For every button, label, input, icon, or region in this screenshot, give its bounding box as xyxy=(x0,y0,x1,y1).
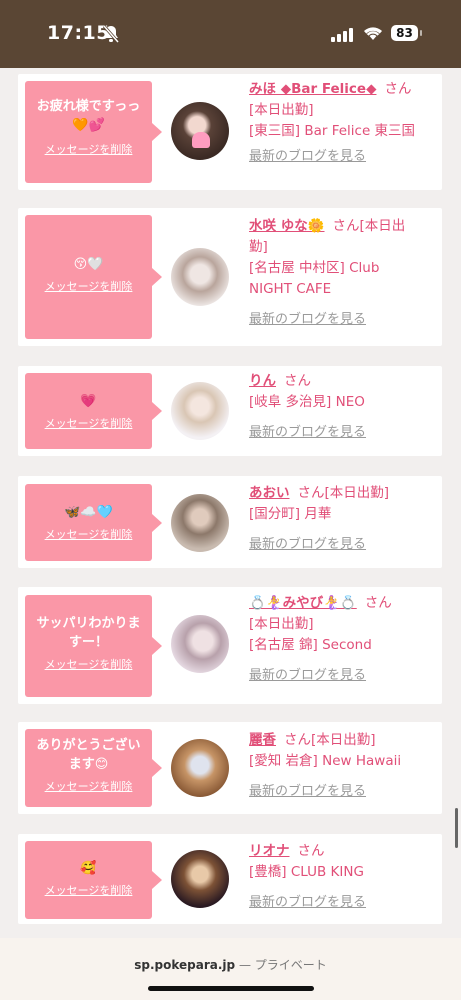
message-text-body: ありがとうござい ます xyxy=(36,738,141,772)
message-emoji: 😚🤍 xyxy=(73,257,104,272)
message-bubble: 🥰 メッセージを削除 xyxy=(25,841,162,919)
detail-line: [本日出勤] xyxy=(249,616,314,632)
message-card: 🥰 メッセージを削除 リオナ さん [豊橋] CLUB KING 最新のブログを見… xyxy=(18,834,442,924)
avatar[interactable] xyxy=(171,494,229,552)
cast-name-link[interactable]: あおい xyxy=(249,485,290,501)
home-indicator[interactable] xyxy=(148,986,314,991)
honorific: さん[本日出勤] xyxy=(297,485,390,501)
detail-line: [国分町] 月華 xyxy=(249,506,332,522)
message-card: ありがとうござい ます😊 メッセージを削除 麗香 さん[本日出勤] [愛知 岩倉]… xyxy=(18,722,442,814)
detail-line: [愛知 岩倉] New Hawaii xyxy=(249,753,402,769)
cellular-signal-icon xyxy=(331,27,353,46)
message-text: サッパリわかりま すー！ xyxy=(36,616,141,650)
message-card: サッパリわかりま すー！ メッセージを削除 💍🧜‍♀️みやび🧜‍♀️💍 さん [本… xyxy=(18,587,442,704)
latest-blog-link[interactable]: 最新のブログを見る xyxy=(249,534,435,555)
cast-name-link[interactable]: 麗香 xyxy=(249,732,276,748)
domain-text: sp.pokepara.jp xyxy=(134,958,236,972)
honorific: さん[本日出勤] xyxy=(284,732,376,748)
detail-line: 勤] xyxy=(249,239,268,255)
message-card: 💗 メッセージを削除 りん さん [岐阜 多治見] NEO 最新のブログを見る xyxy=(18,366,442,456)
cast-info: みほ ◆Bar Felice◆ さん [本日出勤] [東三国] Bar Felic… xyxy=(249,79,435,167)
latest-blog-link[interactable]: 最新のブログを見る xyxy=(249,309,435,330)
honorific: さん xyxy=(384,81,412,97)
avatar[interactable] xyxy=(171,615,229,673)
message-bubble: 😚🤍 メッセージを削除 xyxy=(25,215,162,339)
latest-blog-link[interactable]: 最新のブログを見る xyxy=(249,892,435,913)
message-card: 😚🤍 メッセージを削除 水咲 ゆな🌼 さん[本日出 勤] [名古屋 中村区] Cl… xyxy=(18,208,442,346)
avatar[interactable] xyxy=(171,739,229,797)
honorific: さん[本日出 xyxy=(332,218,406,234)
detail-line: [名古屋 中村区] Club xyxy=(249,260,380,276)
delete-message-link[interactable]: メッセージを削除 xyxy=(25,780,152,794)
message-emoji: 🧡💕 xyxy=(72,118,105,133)
avatar[interactable] xyxy=(171,102,229,160)
message-text: お疲れ様ですっっ xyxy=(36,99,141,114)
message-bubble: お疲れ様ですっっ 🧡💕 メッセージを削除 xyxy=(25,81,162,183)
cast-name-link[interactable]: 水咲 ゆな🌼 xyxy=(249,218,325,234)
cast-name-link[interactable]: 💍🧜‍♀️みやび🧜‍♀️💍 xyxy=(249,595,357,611)
cast-info: りん さん [岐阜 多治見] NEO 最新のブログを見る xyxy=(249,371,435,443)
latest-blog-link[interactable]: 最新のブログを見る xyxy=(249,422,435,443)
cast-name-link[interactable]: りん xyxy=(249,373,276,389)
private-mode-label: — プライベート xyxy=(238,958,327,972)
battery-nub xyxy=(420,30,422,36)
latest-blog-link[interactable]: 最新のブログを見る xyxy=(249,781,435,802)
cast-name-link[interactable]: リオナ xyxy=(249,843,290,859)
avatar[interactable] xyxy=(171,850,229,908)
cast-info: 水咲 ゆな🌼 さん[本日出 勤] [名古屋 中村区] Club NIGHT CAF… xyxy=(249,216,435,330)
detail-line: [名古屋 錦] Second xyxy=(249,637,372,653)
delete-message-link[interactable]: メッセージを削除 xyxy=(25,658,152,672)
avatar[interactable] xyxy=(171,248,229,306)
message-bubble: 🦋☁️🩵 メッセージを削除 xyxy=(25,484,162,561)
message-bubble: ありがとうござい ます😊 メッセージを削除 xyxy=(25,729,162,807)
delete-message-link[interactable]: メッセージを削除 xyxy=(25,280,152,294)
cast-info: 麗香 さん[本日出勤] [愛知 岩倉] New Hawaii 最新のブログを見る xyxy=(249,730,435,802)
latest-blog-link[interactable]: 最新のブログを見る xyxy=(249,146,435,167)
scrollbar-thumb[interactable] xyxy=(455,808,458,848)
cast-info: あおい さん[本日出勤] [国分町] 月華 最新のブログを見る xyxy=(249,483,435,555)
delete-message-link[interactable]: メッセージを削除 xyxy=(25,143,152,157)
message-bubble: サッパリわかりま すー！ メッセージを削除 xyxy=(25,595,162,697)
message-list: お疲れ様ですっっ 🧡💕 メッセージを削除 みほ ◆Bar Felice◆ さん [… xyxy=(0,68,461,938)
message-text: ありがとうござい ます😊 xyxy=(25,736,152,774)
message-bubble: 💗 メッセージを削除 xyxy=(25,373,162,449)
detail-line: [東三国] Bar Felice 東三国 xyxy=(249,123,416,139)
heart-sticker xyxy=(192,132,210,148)
url-display[interactable]: sp.pokepara.jp — プライベート xyxy=(0,956,461,973)
battery-icon: 83 xyxy=(391,25,418,41)
delete-message-link[interactable]: メッセージを削除 xyxy=(25,884,152,898)
latest-blog-link[interactable]: 最新のブログを見る xyxy=(249,665,435,686)
message-emoji: 🦋☁️🩵 xyxy=(64,505,113,520)
delete-message-link[interactable]: メッセージを削除 xyxy=(25,417,152,431)
detail-line: [本日出勤] xyxy=(249,102,314,118)
wifi-icon xyxy=(362,24,384,45)
delete-message-link[interactable]: メッセージを削除 xyxy=(25,528,152,542)
bell-off-icon xyxy=(102,25,120,47)
cast-name-link[interactable]: みほ ◆Bar Felice◆ xyxy=(249,81,376,97)
avatar[interactable] xyxy=(171,382,229,440)
cast-info: 💍🧜‍♀️みやび🧜‍♀️💍 さん [本日出勤] [名古屋 錦] Second 最新… xyxy=(249,593,435,686)
message-emoji: 😊 xyxy=(94,757,109,772)
message-emoji: 🥰 xyxy=(80,861,97,876)
message-card: お疲れ様ですっっ 🧡💕 メッセージを削除 みほ ◆Bar Felice◆ さん [… xyxy=(18,74,442,190)
status-time: 17:15 xyxy=(47,22,110,44)
status-bar: 17:15 83 xyxy=(0,0,461,68)
honorific: さん xyxy=(284,373,311,389)
message-emoji: 💗 xyxy=(80,394,97,409)
cast-info: リオナ さん [豊橋] CLUB KING 最新のブログを見る xyxy=(249,841,435,913)
honorific: さん xyxy=(364,595,392,611)
detail-line: NIGHT CAFE xyxy=(249,281,332,297)
honorific: さん xyxy=(297,843,325,859)
detail-line: [岐阜 多治見] NEO xyxy=(249,394,365,410)
message-card: 🦋☁️🩵 メッセージを削除 あおい さん[本日出勤] [国分町] 月華 最新のブロ… xyxy=(18,476,442,568)
detail-line: [豊橋] CLUB KING xyxy=(249,864,364,880)
